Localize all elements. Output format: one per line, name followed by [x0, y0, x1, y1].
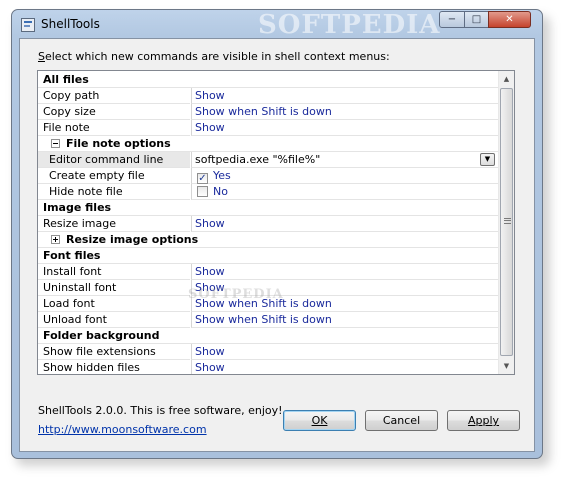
property-value-text: Show [195, 89, 225, 102]
property-row[interactable]: Copy size Show when Shift is down [38, 104, 499, 120]
subcategory-row[interactable]: File note options [38, 136, 499, 152]
command-line-field[interactable]: softpedia.exe "%file%" ▼ [191, 152, 499, 168]
vertical-scrollbar[interactable]: ▲ ▼ [498, 71, 514, 374]
category-row[interactable]: All files [38, 72, 499, 88]
property-name: Show file extensions [38, 344, 190, 360]
maximize-button[interactable]: □ [464, 11, 489, 28]
property-value: No [213, 185, 228, 198]
category-row[interactable]: Font files [38, 248, 499, 264]
property-name: Copy size [38, 104, 190, 120]
property-row[interactable]: Show file extensions Show [38, 344, 499, 360]
scroll-thumb[interactable] [500, 88, 513, 356]
website-link[interactable]: http://www.moonsoftware.com [38, 423, 207, 436]
category-row[interactable]: Image files [38, 200, 499, 216]
cancel-button[interactable]: Cancel [365, 410, 438, 431]
property-value-text: Show [195, 217, 225, 230]
instruction-label: Select which new commands are visible in… [38, 50, 390, 63]
ok-label: OK [311, 414, 328, 427]
property-row[interactable]: Hide note file No [38, 184, 499, 200]
property-name: Resize image [38, 216, 190, 232]
property-name: Uninstall font [38, 280, 190, 296]
property-checkbox-cell[interactable]: No [191, 184, 499, 200]
grip-icon [504, 218, 511, 224]
app-icon [21, 18, 35, 32]
property-name: Unload font [38, 312, 190, 328]
close-button[interactable]: ✕ [488, 11, 531, 28]
property-row[interactable]: Create empty file ✓ Yes [38, 168, 499, 184]
property-name: Install font [38, 264, 190, 280]
property-value-text: softpedia.exe "%file%" [195, 153, 321, 166]
apply-button[interactable]: Apply [447, 410, 520, 431]
property-name: Create empty file [38, 168, 190, 184]
property-name: Hide note file [38, 184, 190, 200]
title-bar[interactable]: ShellTools SOFTPEDIA − □ ✕ [12, 10, 542, 40]
property-value-text: Show [195, 345, 225, 358]
category-label: Image files [38, 200, 499, 216]
property-row[interactable]: Unload font Show when Shift is down [38, 312, 499, 328]
scroll-up-icon[interactable]: ▲ [499, 71, 514, 87]
shelltools-window: ShellTools SOFTPEDIA − □ ✕ Select which … [11, 9, 543, 459]
property-row[interactable]: Copy path Show [38, 88, 499, 104]
property-row[interactable]: Editor command line softpedia.exe "%file%… [38, 152, 499, 168]
property-name: Load font [38, 296, 190, 312]
minimize-button[interactable]: − [439, 11, 465, 28]
grid-watermark: SOFTPEDIA [188, 287, 284, 302]
property-value[interactable]: Show [191, 120, 499, 136]
about-text: ShellTools 2.0.0. This is free software,… [38, 404, 283, 417]
property-value-text: Show [195, 361, 225, 374]
property-name: Editor command line [38, 152, 190, 168]
dropdown-arrow-icon[interactable]: ▼ [480, 153, 495, 166]
subcategory-cell: File note options [38, 136, 499, 152]
softpedia-watermark: SOFTPEDIA [258, 10, 441, 40]
ok-button[interactable]: OK [283, 410, 356, 431]
apply-label: Apply [467, 414, 500, 427]
property-value[interactable]: Show [191, 264, 499, 280]
property-value[interactable]: Show [191, 216, 499, 232]
property-checkbox-cell[interactable]: ✓ Yes [191, 168, 499, 184]
subcategory-label: File note options [66, 137, 171, 150]
expand-icon[interactable] [51, 235, 60, 244]
property-value[interactable]: Show [191, 88, 499, 104]
property-value[interactable]: Show when Shift is down [191, 312, 499, 328]
subcategory-row[interactable]: Resize image options [38, 232, 499, 248]
dialog-client-area: Select which new commands are visible in… [19, 38, 535, 452]
property-value-text: Show [195, 121, 225, 134]
prompt-text: elect which new commands are visible in … [44, 50, 390, 63]
category-row[interactable]: Folder background [38, 328, 499, 344]
category-label: Font files [38, 248, 499, 264]
property-value[interactable]: Show [191, 360, 499, 374]
property-grid[interactable]: Show hidden files Show Show file extension… [37, 70, 515, 375]
property-name: File note [38, 120, 190, 136]
prompt-accelerator: S [38, 50, 45, 63]
property-name: Show hidden files [38, 360, 190, 374]
property-value-text: Show when Shift is down [195, 105, 332, 118]
property-row[interactable]: File note Show [38, 120, 499, 136]
property-row[interactable]: Resize image Show [38, 216, 499, 232]
category-label: All files [38, 72, 499, 88]
property-name: Copy path [38, 88, 190, 104]
subcategory-cell: Resize image options [38, 232, 499, 248]
unchecked-checkbox-icon[interactable] [197, 186, 208, 197]
property-row[interactable]: Install font Show [38, 264, 499, 280]
scroll-down-icon[interactable]: ▼ [499, 358, 514, 374]
collapse-icon[interactable] [51, 139, 60, 148]
window-title: ShellTools [41, 17, 100, 31]
property-value[interactable]: Show when Shift is down [191, 104, 499, 120]
subcategory-label: Resize image options [66, 233, 199, 246]
property-value-text: Show [195, 265, 225, 278]
checked-checkbox-icon[interactable]: ✓ [197, 173, 208, 184]
property-value: Yes [213, 169, 231, 182]
property-value[interactable]: Show [191, 344, 499, 360]
category-label: Folder background [38, 328, 499, 344]
property-row[interactable]: Show hidden files Show [38, 360, 499, 374]
property-value-text: Show when Shift is down [195, 313, 332, 326]
